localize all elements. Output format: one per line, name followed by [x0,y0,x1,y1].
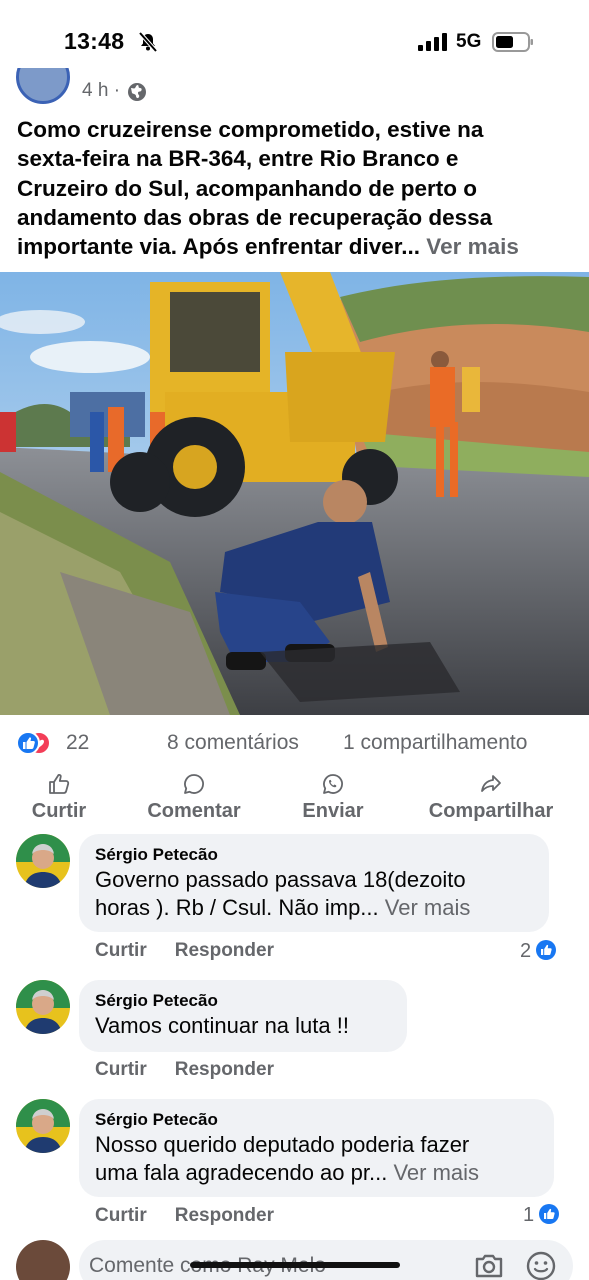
comment-reply-button[interactable]: Responder [175,1205,274,1226]
post-time: 4 h · [82,80,121,101]
comment-like-number: 2 [520,940,532,962]
send-label: Enviar [302,800,364,822]
home-indicator [190,1262,400,1268]
network-label: 5G [456,31,482,52]
comment-input[interactable]: Comente como Ray Melo [79,1240,573,1280]
reaction-count[interactable]: 22 [66,731,89,755]
current-user-avatar [16,1240,70,1280]
emoji-icon[interactable] [525,1250,557,1280]
share-label: Compartilhar [428,800,554,822]
comment-actions: Curtir Responder [95,1059,302,1081]
comment-bubble[interactable]: Sérgio Petecão Nosso querido deputado po… [79,1099,554,1197]
comment-like-button[interactable]: Curtir [95,940,147,961]
like-button[interactable]: Curtir [25,772,93,823]
commenter-avatar[interactable] [16,834,70,888]
battery-icon [492,32,533,52]
like-badge-icon [536,940,557,960]
comment-like-button[interactable]: Curtir [95,1205,147,1226]
camera-icon[interactable] [473,1252,505,1280]
post-text-line: andamento das obras de recuperação dessa [17,204,493,230]
comment-text: Governo passado passava 18(dezoito [95,867,466,892]
comment-author[interactable]: Sérgio Petecão [95,990,391,1012]
commenter-avatar[interactable] [16,1099,70,1153]
post-text-line: importante via. Após enfrentar diver... [17,234,421,260]
comment-bubble[interactable]: Sérgio Petecão Governo passado passava 1… [79,834,549,932]
comment-like-count[interactable]: 1 [523,1203,560,1227]
comment-text: uma fala agradecendo ao pr... [95,1160,388,1185]
whatsapp-icon [323,774,343,794]
share-arrow-icon [481,775,501,792]
reaction-icons[interactable] [16,731,62,755]
comment-button[interactable]: Comentar [139,772,249,823]
thumbs-up-icon [49,774,70,794]
comment-bubble[interactable]: Sérgio Petecão Vamos continuar na luta !… [79,980,407,1052]
comment-actions: Curtir Responder [95,940,302,962]
comment-text: Nosso querido deputado poderia fazer [95,1132,470,1157]
comment-text: horas ). Rb / Csul. Não imp... [95,895,379,920]
post-text-line: Cruzeiro do Sul, acompanhando de perto o [17,175,478,201]
comments-count-link[interactable]: 8 comentários [167,731,299,755]
see-more-link[interactable]: Ver mais [385,895,471,920]
comment-like-count[interactable]: 2 [520,939,557,963]
see-more-link[interactable]: Ver mais [393,1160,479,1185]
shares-count-link[interactable]: 1 compartilhamento [343,731,527,755]
bell-muted-icon [138,31,158,53]
post-text-line: Como cruzeirense comprometido, estive na [17,117,484,142]
post-text: Como cruzeirense comprometido, estive na… [17,115,577,261]
comment-author[interactable]: Sérgio Petecão [95,1109,538,1131]
comment-like-button[interactable]: Curtir [95,1059,147,1080]
post-author-avatar[interactable] [16,68,70,104]
comment-author[interactable]: Sérgio Petecão [95,844,533,866]
comment-actions: Curtir Responder [95,1205,302,1227]
like-label: Curtir [31,800,87,822]
comment-reply-button[interactable]: Responder [175,1059,274,1080]
status-time: 13:48 [64,28,125,54]
comment-text: Vamos continuar na luta !! [95,1013,349,1038]
see-more-link[interactable]: Ver mais [426,234,519,259]
status-bar: 13:48 5G [0,0,589,80]
comment-reply-button[interactable]: Responder [175,940,274,961]
commenter-avatar[interactable] [16,980,70,1034]
signal-icon [418,33,447,51]
post-photo[interactable] [0,272,589,715]
send-whatsapp-button[interactable]: Enviar [298,772,368,823]
share-button[interactable]: Compartilhar [416,772,566,823]
comment-like-number: 1 [523,1204,535,1226]
globe-icon [128,83,146,101]
comment-label: Comentar [147,800,241,822]
comment-bubble-icon [184,774,204,794]
like-badge-icon [539,1204,560,1224]
post-text-line: sexta-feira na BR-364, entre Rio Branco … [17,146,459,172]
